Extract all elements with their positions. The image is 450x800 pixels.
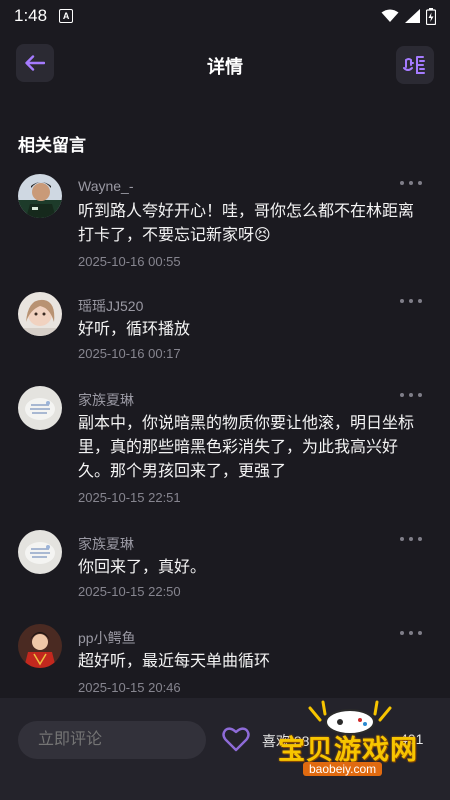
header: 详情 xyxy=(0,44,450,88)
signal-icon xyxy=(405,9,420,23)
more-icon[interactable] xyxy=(400,534,422,544)
avatar[interactable] xyxy=(18,624,62,668)
more-icon[interactable] xyxy=(400,178,422,188)
sim-icon: A xyxy=(59,9,74,23)
comment-time: 2025-10-15 22:51 xyxy=(78,490,181,505)
more-icon[interactable] xyxy=(400,296,422,306)
avatar[interactable] xyxy=(18,386,62,430)
avatar[interactable] xyxy=(18,530,62,574)
battery-icon xyxy=(426,7,436,25)
status-time: 1:48 xyxy=(14,6,48,25)
watermark-url: baobeiy.com xyxy=(303,762,383,776)
more-icon[interactable] xyxy=(400,628,422,638)
avatar[interactable] xyxy=(18,174,62,218)
comment-time: 2025-10-15 20:46 xyxy=(78,680,181,695)
comment-username[interactable]: 瑶瑶JJ520 xyxy=(78,296,143,316)
comment-time: 2025-10-15 22:50 xyxy=(78,584,181,599)
section-title: 相关留言 xyxy=(18,136,86,155)
page-title: 详情 xyxy=(207,57,243,77)
comment-text: 副本中，你说暗黑的物质你要让他滚，明日坐标里，真的那些暗黑色彩消失了，为此我高兴… xyxy=(78,415,415,480)
share-icon xyxy=(403,56,425,74)
wifi-icon xyxy=(381,9,399,22)
comment-username[interactable]: pp小鳄鱼 xyxy=(78,628,136,648)
comment-time: 2025-10-16 00:55 xyxy=(78,254,181,269)
heart-icon[interactable] xyxy=(222,726,250,752)
detail-screen: 1:48 A 详情 相关留言 Wayne_- 听到路人夸好开心！哇，哥你怎么都不… xyxy=(0,0,450,800)
share-button[interactable] xyxy=(396,46,434,84)
comment-username[interactable]: 家族夏琳 xyxy=(78,390,134,410)
more-icon[interactable] xyxy=(400,390,422,400)
comment-text: 你回来了，真好。 xyxy=(78,559,207,576)
comment-text: 听到路人夸好开心！哇，哥你怎么都不在林距离打卡了，不要忘记新家呀😣 xyxy=(78,203,415,244)
comment-username[interactable]: 家族夏琳 xyxy=(78,534,134,554)
comment-input[interactable] xyxy=(18,721,206,759)
comment-time: 2025-10-16 00:17 xyxy=(78,346,181,361)
comment-text: 超好听，最近每天单曲循环 xyxy=(78,653,271,670)
comment-text: 好听，循环播放 xyxy=(78,321,191,338)
avatar[interactable] xyxy=(18,292,62,336)
status-bar: 1:48 A xyxy=(0,0,450,32)
comment-username[interactable]: Wayne_- xyxy=(78,178,134,194)
